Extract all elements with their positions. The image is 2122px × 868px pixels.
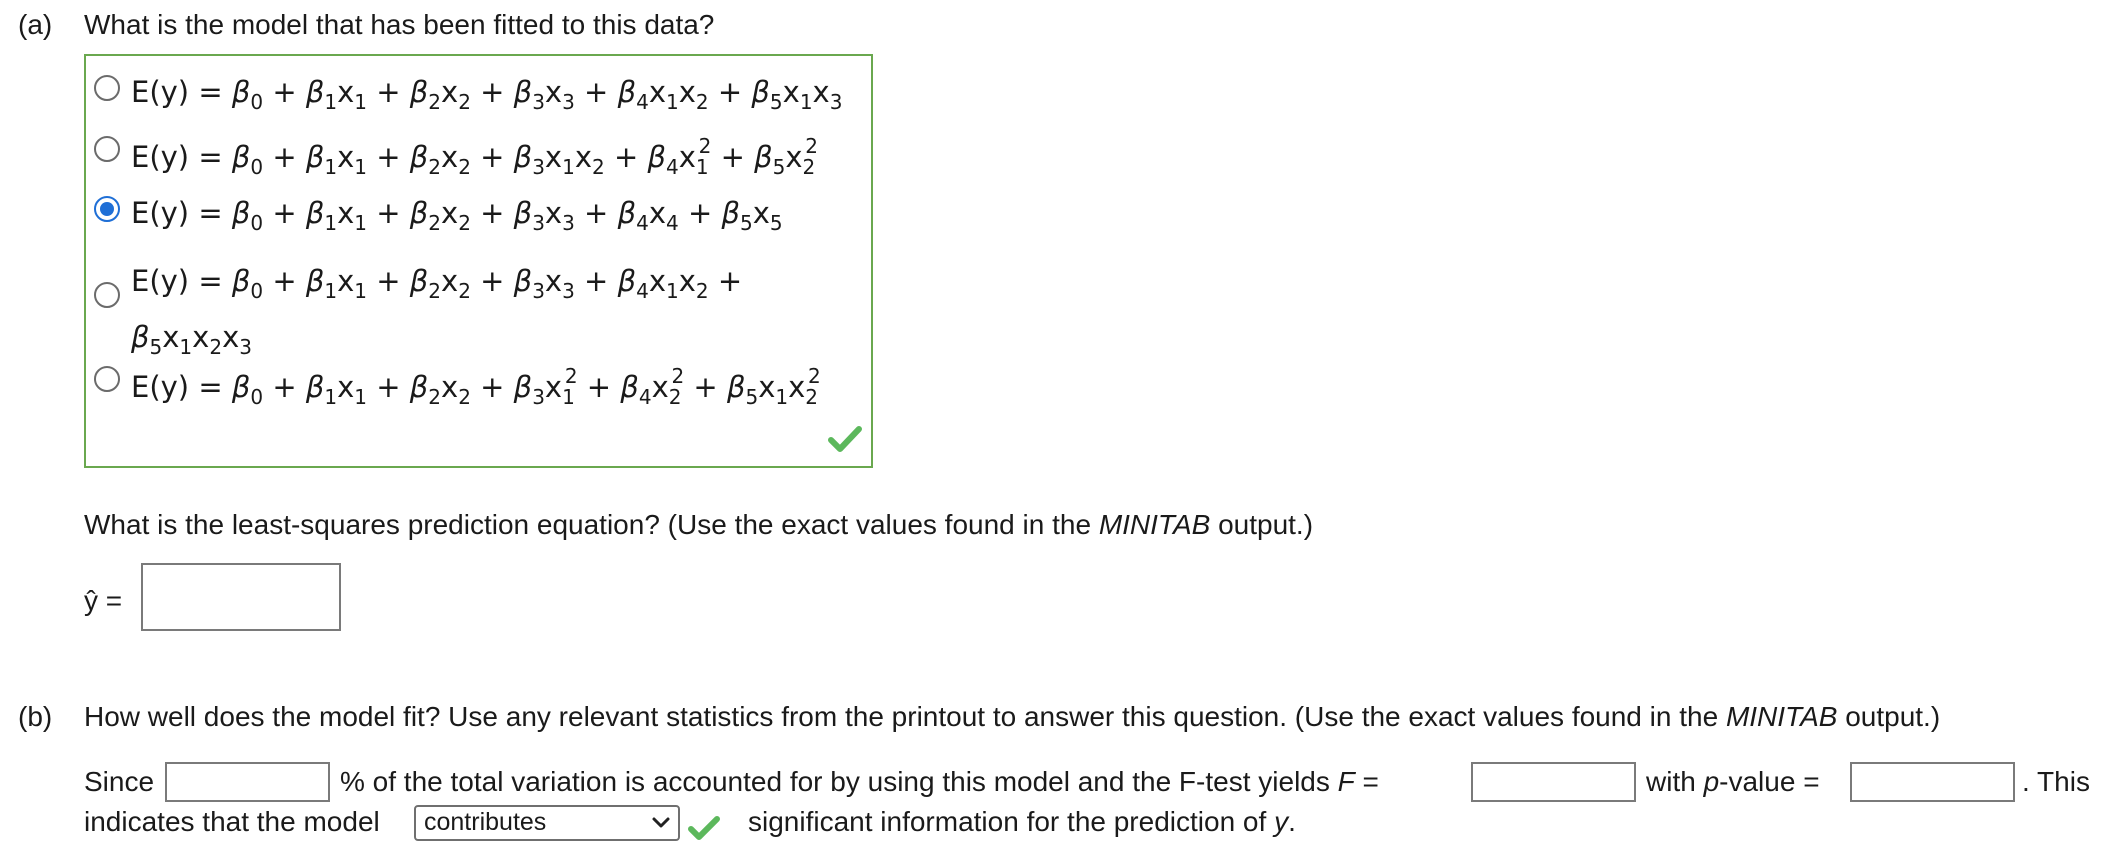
choice-3-radio[interactable] xyxy=(94,196,120,222)
choice-1-radio[interactable] xyxy=(94,75,120,101)
part-a-label: (a) xyxy=(18,9,53,40)
pct-variation-text: % of the total variation is accounted fo… xyxy=(340,766,1379,797)
choice-4-equation: E(y) = β0 + β1x1 + β2x2 + β3x3 + β4x1x2 … xyxy=(131,264,743,359)
checkmark-icon xyxy=(828,426,862,452)
significant-text: significant information for the predicti… xyxy=(748,806,1296,837)
chevron-down-icon xyxy=(652,817,670,828)
pvalue-label: with p-value = xyxy=(1646,766,1820,797)
yhat-label: ŷ = xyxy=(84,585,123,616)
since-text: Since xyxy=(84,766,155,797)
choice-2-equation: E(y) = β0 + β1x1 + β2x2 + β3x1x2 + β4x12… xyxy=(131,134,819,179)
indicates-text: indicates that the model xyxy=(84,806,380,837)
r-squared-input[interactable] xyxy=(165,762,330,802)
contribution-select-value: contributes xyxy=(424,808,547,836)
this-text: . This xyxy=(2022,766,2090,797)
yhat-input[interactable] xyxy=(141,563,341,631)
checkmark-icon xyxy=(688,816,720,840)
contribution-select[interactable]: contributes xyxy=(414,805,680,841)
choice-5-radio[interactable] xyxy=(94,366,120,392)
f-statistic-input[interactable] xyxy=(1471,762,1636,802)
part-b-question: How well does the model fit? Use any rel… xyxy=(84,701,1941,732)
choice-5-equation: E(y) = β0 + β1x1 + β2x2 + β3x12 + β4x22 … xyxy=(131,364,821,409)
prediction-prompt: What is the least-squares prediction equ… xyxy=(84,509,1314,540)
pvalue-input[interactable] xyxy=(1850,762,2015,802)
choice-4-radio[interactable] xyxy=(94,282,120,308)
choice-1-equation: E(y) = β0 + β1x1 + β2x2 + β3x3 + β4x1x2 … xyxy=(131,75,843,114)
choice-3-equation: E(y) = β0 + β1x1 + β2x2 + β3x3 + β4x4 + … xyxy=(131,196,783,235)
choice-2-radio[interactable] xyxy=(94,136,120,162)
part-a-question: What is the model that has been fitted t… xyxy=(84,9,715,40)
part-b-label: (b) xyxy=(18,701,53,732)
